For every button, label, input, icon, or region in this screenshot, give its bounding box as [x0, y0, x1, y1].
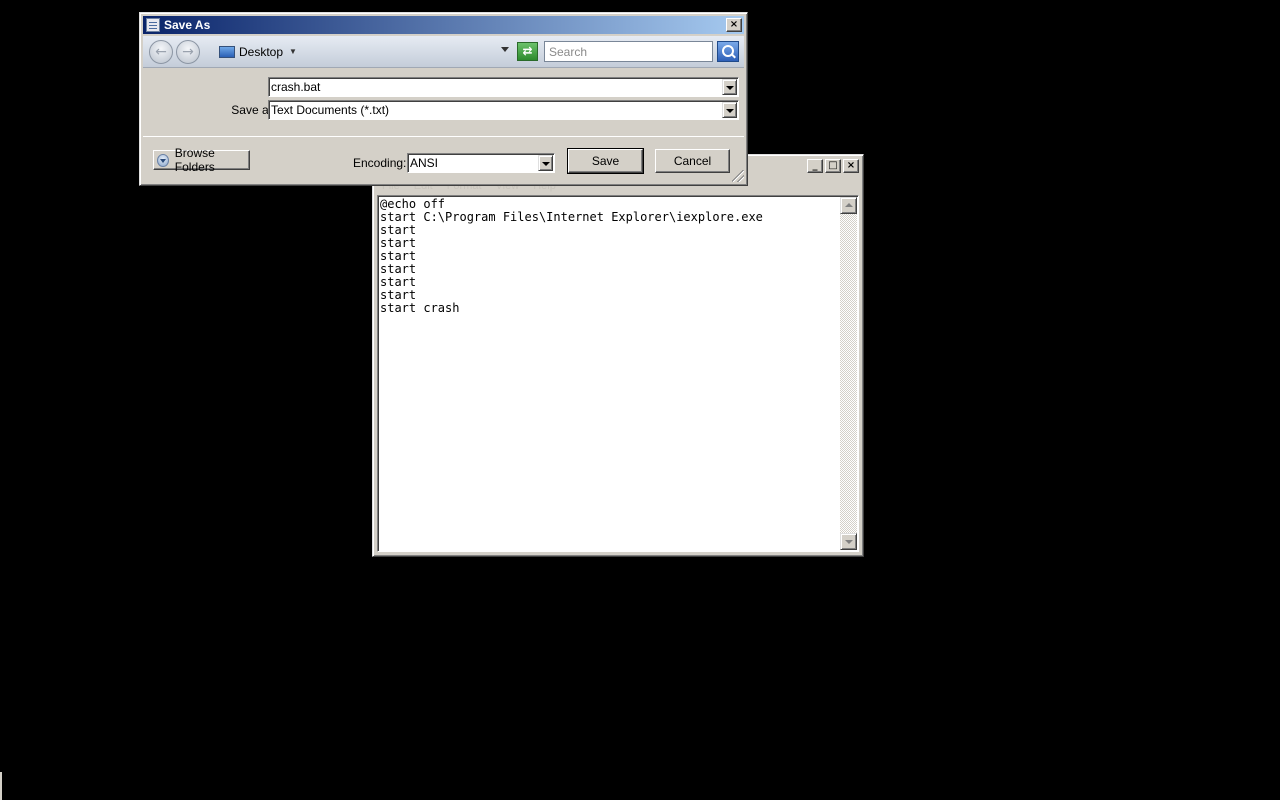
- save-type-select[interactable]: Text Documents (*.txt): [268, 100, 739, 120]
- notepad-window: _ □ × File Edit Format View Help @echo o…: [372, 154, 864, 557]
- notepad-vertical-scrollbar[interactable]: [840, 197, 857, 550]
- file-name-dropdown-button[interactable]: [722, 79, 737, 95]
- notepad-minimize-button[interactable]: _: [807, 159, 823, 173]
- save-button[interactable]: Save: [567, 148, 644, 174]
- save-as-dialog: Save As × ← → Desktop ▼ ⇄ File name: Sav…: [139, 12, 748, 186]
- desktop-icon: [219, 45, 235, 58]
- encoding-value[interactable]: ANSI: [410, 156, 536, 171]
- notepad-maximize-button[interactable]: □: [825, 159, 841, 173]
- search-icon[interactable]: [717, 41, 739, 62]
- refresh-button[interactable]: ⇄: [517, 42, 538, 61]
- encoding-label: Encoding:: [353, 156, 407, 170]
- cancel-button[interactable]: Cancel: [655, 149, 730, 173]
- dialog-separator: [143, 136, 744, 137]
- dialog-close-button[interactable]: ×: [726, 18, 742, 32]
- scroll-down-button[interactable]: [840, 533, 857, 550]
- browse-folders-button[interactable]: Browse Folders: [153, 146, 250, 174]
- encoding-select[interactable]: ANSI: [407, 153, 555, 173]
- breadcrumb-chevron-icon[interactable]: ▼: [289, 47, 297, 56]
- address-location[interactable]: Desktop: [239, 45, 283, 59]
- dialog-title: Save As: [164, 18, 211, 32]
- save-type-value[interactable]: Text Documents (*.txt): [271, 103, 720, 118]
- browse-folders-label: Browse Folders: [174, 146, 215, 174]
- resize-grip-icon[interactable]: [732, 170, 744, 182]
- taskbar-edge: [0, 772, 2, 800]
- notepad-text-content[interactable]: @echo off start C:\Program Files\Interne…: [380, 198, 838, 549]
- dialog-titlebar[interactable]: Save As ×: [143, 16, 744, 34]
- notepad-app-icon: [146, 18, 160, 32]
- scroll-up-arrow-icon: [845, 203, 853, 207]
- file-name-combobox[interactable]: [268, 77, 739, 97]
- search-input[interactable]: [544, 41, 713, 62]
- notepad-edit-area[interactable]: @echo off start C:\Program Files\Interne…: [377, 195, 859, 552]
- address-dropdown-icon[interactable]: [501, 47, 509, 52]
- scroll-up-button[interactable]: [840, 197, 857, 214]
- scroll-down-arrow-icon: [845, 540, 853, 544]
- forward-button[interactable]: →: [176, 40, 200, 64]
- notepad-close-button[interactable]: ×: [843, 159, 859, 173]
- file-name-input[interactable]: [271, 80, 720, 95]
- back-button[interactable]: ←: [149, 40, 173, 64]
- dialog-navigation-bar: ← → Desktop ▼ ⇄: [143, 36, 744, 68]
- save-type-dropdown-button[interactable]: [722, 102, 737, 118]
- address-bar[interactable]: Desktop ▼: [219, 41, 511, 62]
- encoding-dropdown-button[interactable]: [538, 155, 553, 171]
- expand-chevron-icon: [157, 153, 169, 167]
